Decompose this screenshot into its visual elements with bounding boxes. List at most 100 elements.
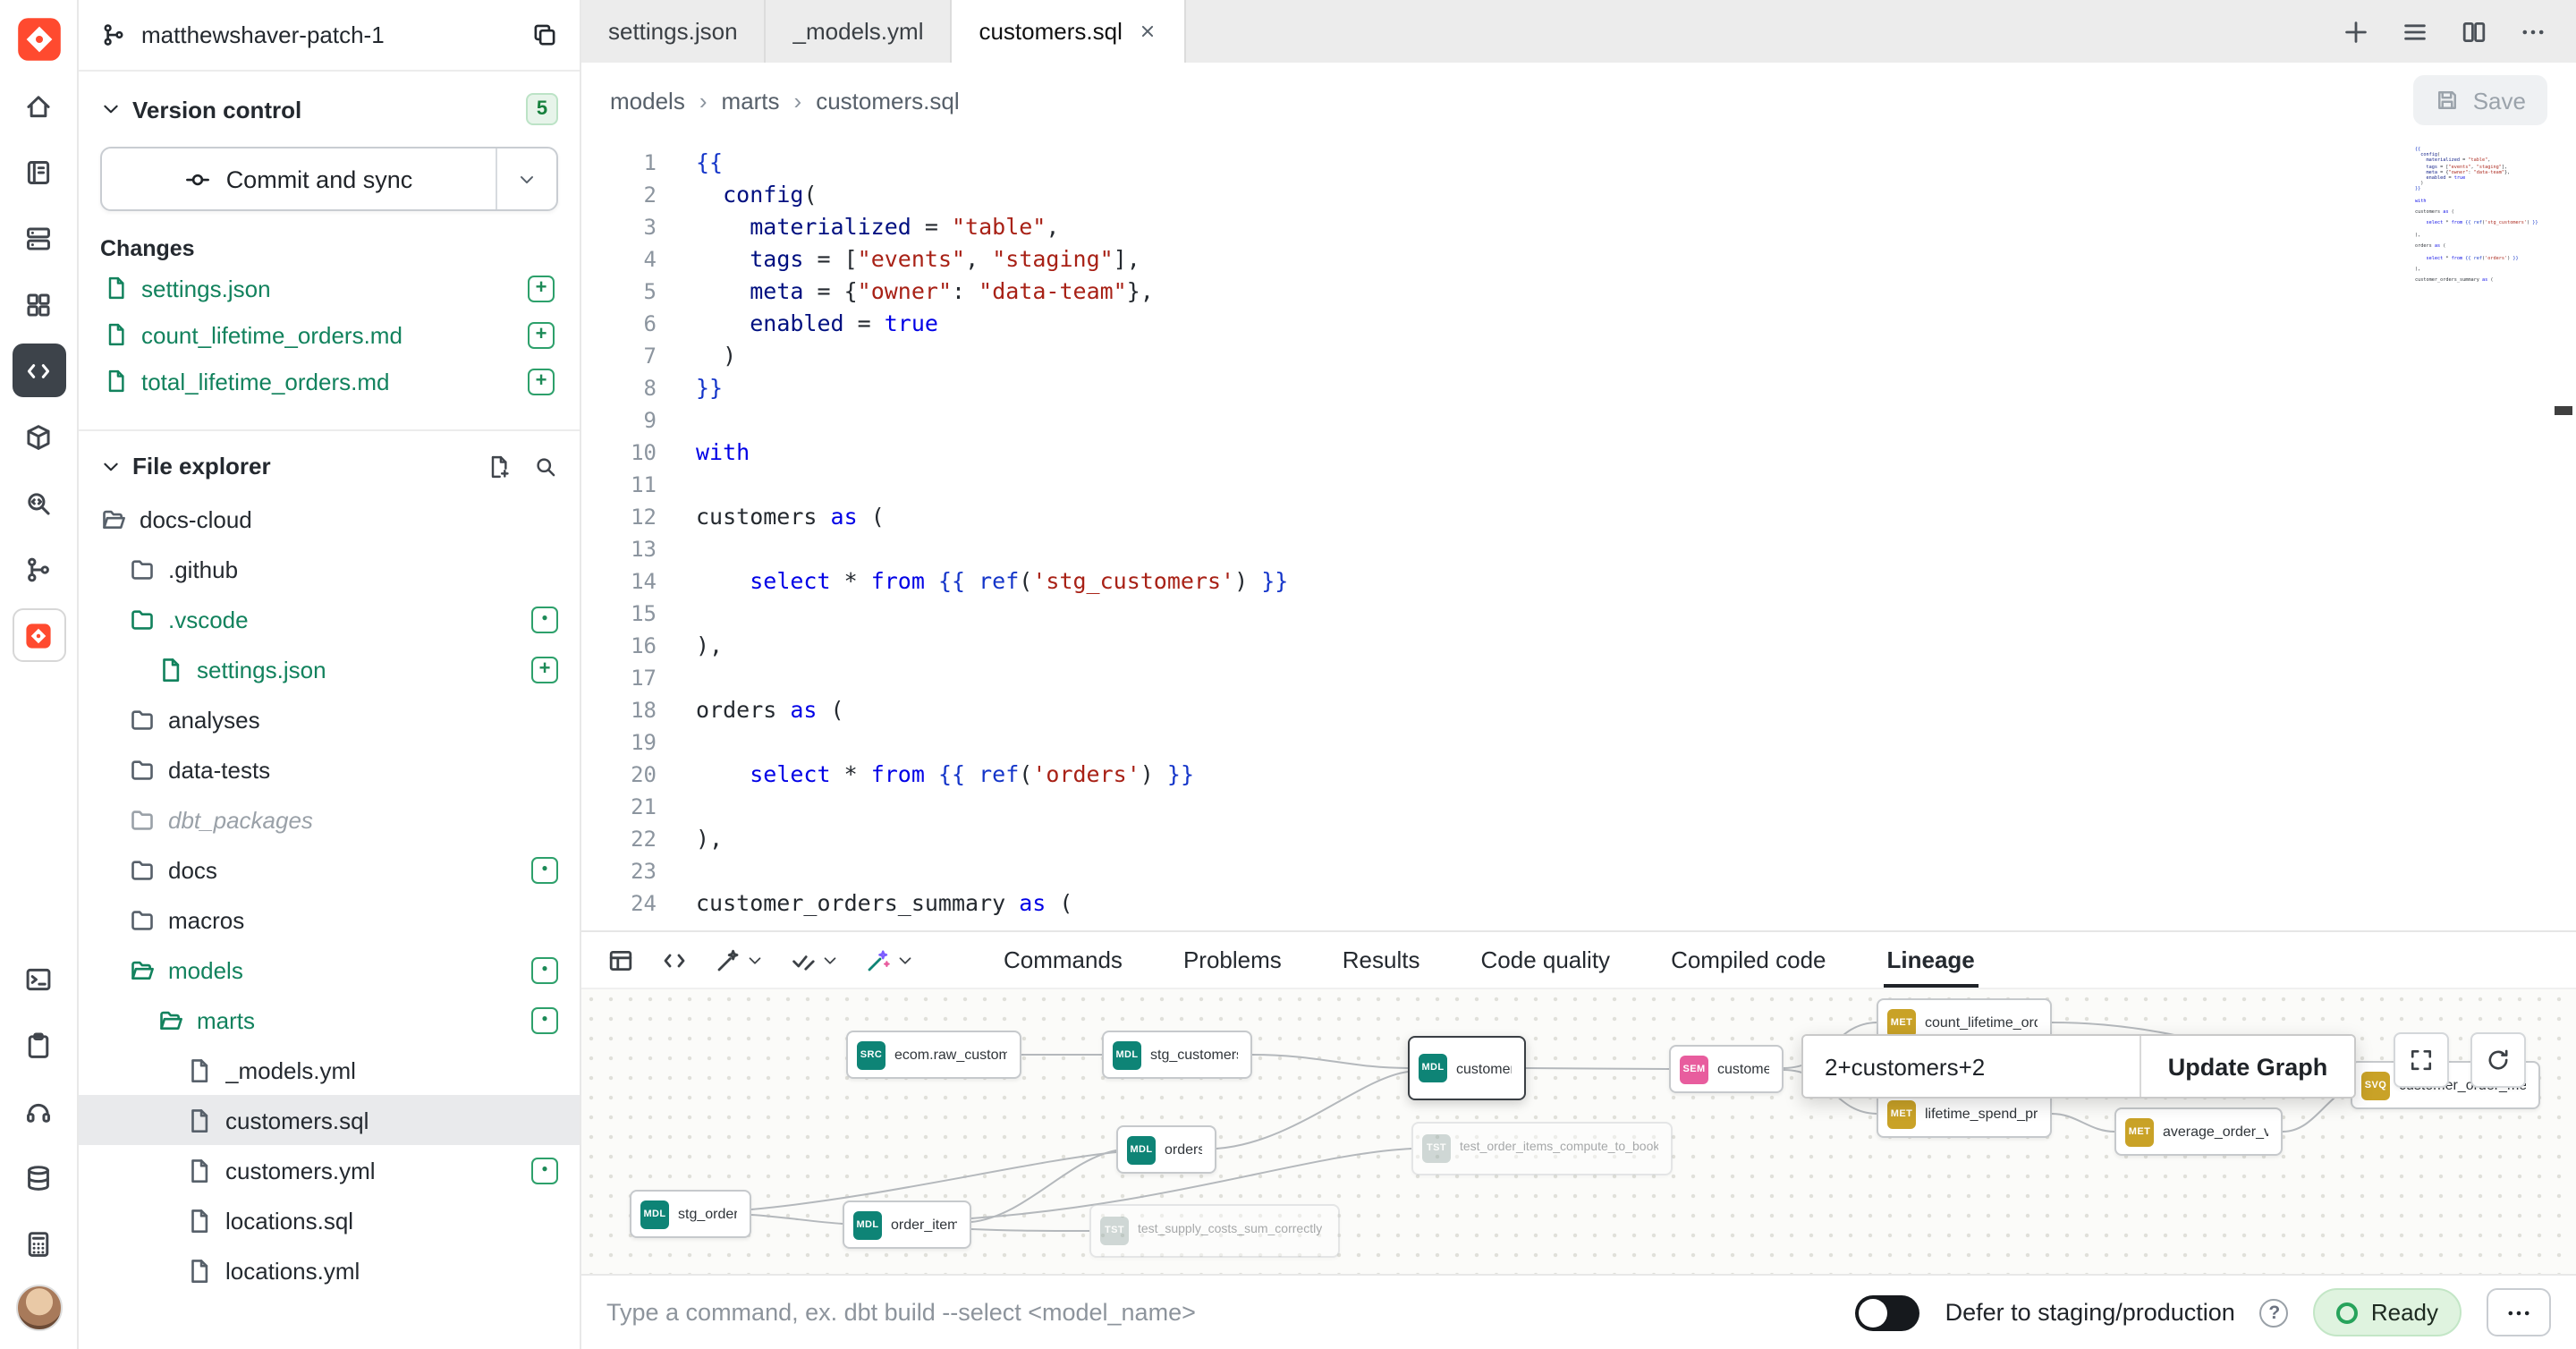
code-line: 21 (581, 791, 2576, 823)
save-button[interactable]: Save (2414, 75, 2547, 125)
file-explorer-header[interactable]: File explorer (79, 453, 580, 479)
lineage-node-test_order_items_compute_to_book_correctly[interactable]: TSTtest_order_items_compute_to_book_corr… (1411, 1122, 1673, 1175)
panel-tab-Commands[interactable]: Commands (1000, 932, 1126, 988)
panel-tool-ai-fix-icon[interactable] (857, 938, 921, 981)
defer-toggle[interactable] (1856, 1294, 1920, 1330)
lineage-node-ecom.raw_customers[interactable]: SRCecom.raw_customers (846, 1031, 1021, 1079)
tree-item-macros[interactable]: macros (79, 895, 580, 945)
rail-database-icon[interactable] (12, 1150, 65, 1204)
editor-more-icon[interactable] (2519, 17, 2547, 46)
tree-item-customers.yml[interactable]: customers.yml● (79, 1145, 580, 1195)
dbt-logo[interactable] (13, 14, 64, 64)
tree-item-_models.yml[interactable]: _models.yml (79, 1045, 580, 1095)
panel-tool-table-icon[interactable] (599, 938, 642, 981)
chevron-down-icon[interactable] (746, 951, 764, 969)
tree-item-dbt_packages[interactable]: dbt_packages (79, 794, 580, 844)
rail-headset-icon[interactable] (12, 1084, 65, 1138)
tree-item-customers.sql[interactable]: customers.sql (79, 1095, 580, 1145)
rail-search-code-icon[interactable] (12, 476, 65, 530)
branch-name[interactable]: matthewshaver-patch-1 (141, 21, 517, 48)
tab-settings.json[interactable]: settings.json (581, 0, 767, 63)
panel-tab-Lineage[interactable]: Lineage (1884, 932, 1979, 988)
lineage-panel[interactable]: SRCecom.raw_customers MDLstg_customers MDL… (581, 989, 2576, 1274)
tree-item-models[interactable]: models● (79, 945, 580, 995)
commit-and-sync-button[interactable]: Commit and sync (100, 147, 558, 211)
rail-clipboard-icon[interactable] (12, 1018, 65, 1072)
user-avatar[interactable] (15, 1285, 62, 1331)
changed-file[interactable]: count_lifetime_orders.md+ (100, 311, 558, 358)
lineage-node-stg_orders[interactable]: MDLstg_orders (630, 1190, 751, 1238)
refresh-icon[interactable] (2470, 1032, 2526, 1088)
rail-dbt-cloud-icon[interactable] (12, 608, 65, 662)
panel-tool-lint-check-icon[interactable] (782, 938, 846, 981)
app-root: matthewshaver-patch-1 Version control 5 … (0, 0, 2576, 1349)
chevron-down-icon[interactable] (896, 951, 914, 969)
changed-file[interactable]: settings.json+ (100, 265, 558, 311)
search-icon[interactable] (533, 454, 558, 479)
version-control-header[interactable]: Version control 5 (100, 93, 558, 125)
lineage-node-test_supply_costs_sum_correctly[interactable]: TSTtest_supply_costs_sum_correctly (1089, 1204, 1340, 1258)
lineage-node-average_order_value[interactable]: METaverage_order_value (2114, 1107, 2283, 1156)
rail-package-icon[interactable] (12, 410, 65, 463)
fullscreen-icon[interactable] (2394, 1032, 2449, 1088)
tree-item-locations.sql[interactable]: locations.sql (79, 1195, 580, 1245)
tree-item-settings.json[interactable]: settings.json+ (79, 644, 580, 694)
rail-grid-icon[interactable] (12, 277, 65, 331)
chevron-down-icon[interactable] (100, 98, 122, 120)
tree-item-analyses[interactable]: analyses (79, 694, 580, 744)
commit-options-caret[interactable] (496, 148, 556, 209)
rail-stack-icon[interactable] (12, 211, 65, 265)
lineage-selector-input[interactable] (1803, 1036, 2140, 1097)
line-content: config( (657, 179, 818, 211)
editor-minimap[interactable]: {{ config( materialized = "table", tags … (2415, 147, 2547, 397)
tree-item-data-tests[interactable]: data-tests (79, 744, 580, 794)
chevron-down-icon[interactable] (821, 951, 839, 969)
rail-journal-icon[interactable] (12, 145, 65, 199)
line-number: 23 (581, 855, 657, 887)
breadcrumb-item[interactable]: marts (722, 87, 780, 114)
rail-terminal-icon[interactable] (12, 952, 65, 1005)
open-editors-icon[interactable] (2401, 17, 2429, 46)
chevron-down-icon[interactable] (100, 455, 122, 477)
lineage-node-order_items[interactable]: MDLorder_items (843, 1201, 971, 1249)
tab-customers.sql[interactable]: customers.sql (952, 0, 1186, 63)
status-more-icon[interactable] (2487, 1288, 2551, 1336)
lineage-node-customers[interactable]: MDLcustomers (1408, 1036, 1526, 1100)
tree-item-docs-cloud[interactable]: docs-cloud (79, 494, 580, 544)
tab-_models.yml[interactable]: _models.yml (767, 0, 953, 63)
panel-tab-Code quality[interactable]: Code quality (1478, 932, 1614, 988)
lineage-node-orders[interactable]: MDLorders (1116, 1125, 1216, 1174)
breadcrumb-item[interactable]: customers.sql (816, 87, 959, 114)
lineage-node-customers[interactable]: SEMcustomers (1669, 1045, 1784, 1093)
panel-tab-Compiled code[interactable]: Compiled code (1667, 932, 1829, 988)
tree-item-.github[interactable]: .github (79, 544, 580, 594)
panel-tab-Results[interactable]: Results (1339, 932, 1424, 988)
tree-item-docs[interactable]: docs● (79, 844, 580, 895)
changed-file[interactable]: total_lifetime_orders.md+ (100, 358, 558, 404)
split-editor-icon[interactable] (2460, 17, 2488, 46)
close-tab-icon[interactable] (1139, 21, 1158, 41)
update-graph-button[interactable]: Update Graph (2140, 1036, 2354, 1097)
tree-item-.vscode[interactable]: .vscode● (79, 594, 580, 644)
copy-branch-icon[interactable] (531, 21, 558, 48)
rail-develop-icon[interactable] (12, 344, 65, 397)
commit-button-main[interactable]: Commit and sync (102, 148, 496, 209)
panel-tool-code-icon[interactable] (653, 938, 696, 981)
rail-calculator-icon[interactable] (12, 1217, 65, 1270)
branch-row: matthewshaver-patch-1 (79, 0, 580, 72)
lineage-node-stg_customers[interactable]: MDLstg_customers (1102, 1031, 1252, 1079)
panel-tab-Problems[interactable]: Problems (1180, 932, 1285, 988)
command-input[interactable] (606, 1299, 1831, 1326)
status-ready-badge[interactable]: Ready (2314, 1288, 2462, 1336)
help-icon[interactable]: ? (2260, 1298, 2289, 1327)
tree-item-locations.yml[interactable]: locations.yml (79, 1245, 580, 1295)
rail-home-icon[interactable] (12, 79, 65, 132)
breadcrumb-item[interactable]: models (610, 87, 685, 114)
panel-tool-wand-icon[interactable] (707, 938, 771, 981)
tree-item-marts[interactable]: marts● (79, 995, 580, 1045)
new-file-icon[interactable] (487, 454, 512, 479)
code-editor[interactable]: 1{{2 config(3 materialized = "table",4 t… (581, 138, 2576, 930)
editor-scrollbar-thumb[interactable] (2555, 406, 2572, 415)
new-tab-icon[interactable] (2342, 17, 2370, 46)
rail-git-branch-icon[interactable] (12, 542, 65, 596)
